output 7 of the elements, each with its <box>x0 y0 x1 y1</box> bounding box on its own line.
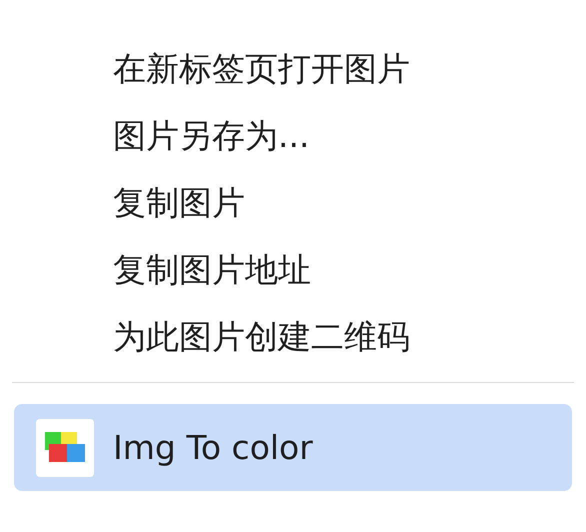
menu-item[interactable]: 复制图片地址 <box>14 237 572 304</box>
menu-item[interactable]: 图片另存为... <box>14 103 572 170</box>
menu-item[interactable]: 在新标签页打开图片 <box>14 36 572 103</box>
menu-item[interactable]: 复制图片 <box>14 170 572 237</box>
menu-item[interactable]: Img To color <box>14 404 572 491</box>
color-squares-icon <box>36 418 94 476</box>
menu-item[interactable]: 为此图片创建二维码 <box>14 304 572 371</box>
